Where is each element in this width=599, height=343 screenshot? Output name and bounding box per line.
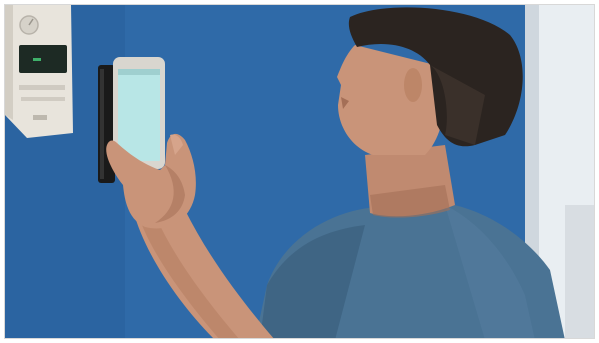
photo-scene bbox=[5, 5, 594, 338]
thermostat bbox=[5, 5, 73, 138]
thermostat-buttons bbox=[19, 85, 65, 90]
photo-frame bbox=[4, 4, 595, 339]
phone-screen bbox=[118, 69, 160, 161]
doorway-interior bbox=[565, 205, 594, 338]
person-ear bbox=[404, 68, 422, 102]
thermostat-screen bbox=[19, 45, 67, 73]
